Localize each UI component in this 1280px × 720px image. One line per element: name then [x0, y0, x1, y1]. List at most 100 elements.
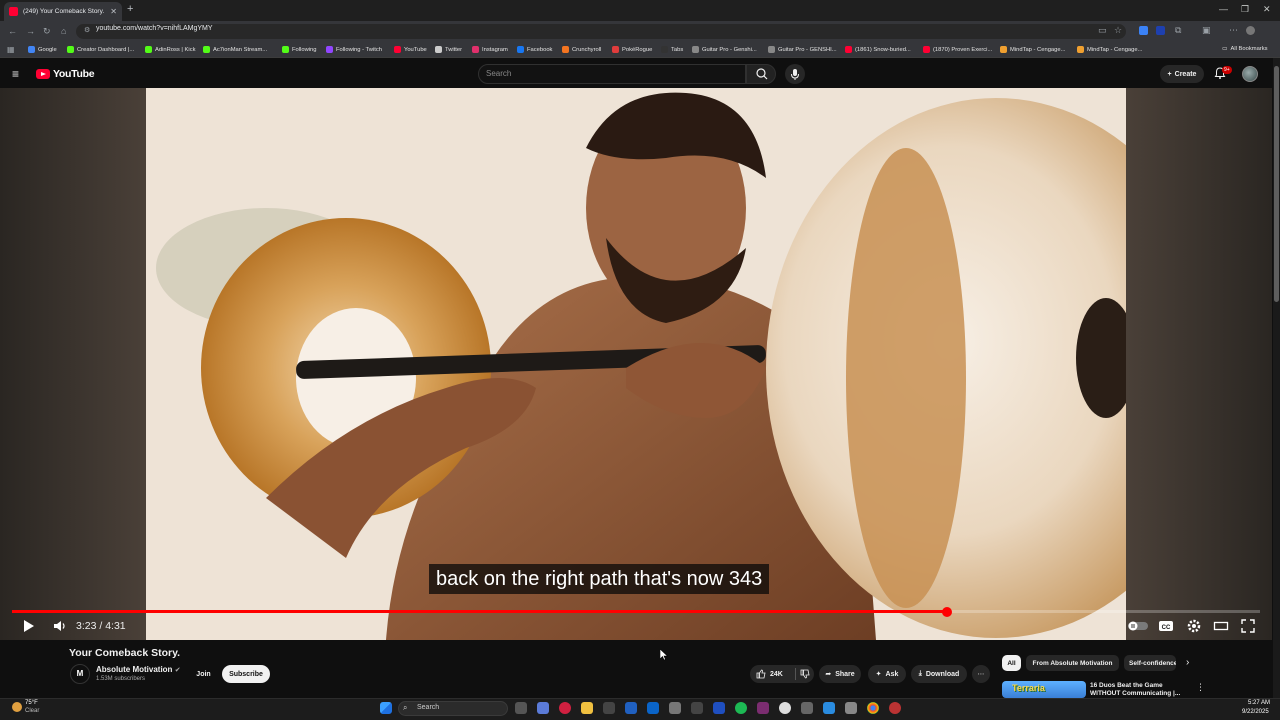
outlook-icon[interactable] [647, 702, 659, 714]
bookmark-item[interactable]: (1861) Snow-buried... [845, 46, 911, 53]
chevron-right-icon[interactable]: › [1186, 657, 1189, 668]
reload-icon[interactable]: ↻ [43, 26, 51, 37]
copilot-icon[interactable] [537, 702, 549, 714]
progress-scrubber[interactable] [941, 606, 952, 617]
home-icon[interactable]: ⌂ [61, 26, 66, 36]
bookmark-star-icon[interactable]: ☆ [1114, 25, 1122, 36]
profile-icon[interactable] [1246, 26, 1255, 35]
minimize-icon[interactable]: — [1219, 4, 1228, 14]
chip-all[interactable]: All [1002, 655, 1021, 671]
join-button[interactable]: Join [192, 665, 215, 683]
app-icon[interactable] [669, 702, 681, 714]
recommendation-title[interactable]: 16 Duos Beat the Game WITHOUT Communicat… [1090, 682, 1186, 698]
bookmark-item[interactable]: Following - Twitch [326, 46, 382, 53]
bookmark-item[interactable]: (1870) Proven Exerci... [923, 46, 992, 53]
windows-start-icon[interactable] [380, 702, 392, 714]
app-icon[interactable] [603, 702, 615, 714]
url-text[interactable]: youtube.com/watch?v=nihfLAMgYMY [96, 25, 213, 32]
share-button[interactable]: ➦ Share [819, 665, 861, 683]
spotify-icon[interactable] [735, 702, 747, 714]
autoplay-toggle[interactable] [1128, 621, 1148, 631]
install-app-icon[interactable]: ▭ [1098, 25, 1107, 36]
settings-button[interactable] [1186, 618, 1202, 634]
back-icon[interactable]: ← [8, 26, 17, 36]
bookmark-item[interactable]: Ac7ionMan Stream... [203, 46, 267, 53]
recommendation-thumbnail[interactable]: Terraria [1002, 681, 1086, 698]
menu-icon[interactable]: ⋯ [1229, 25, 1238, 36]
address-bar[interactable] [76, 24, 1126, 39]
theater-mode-button[interactable] [1213, 618, 1229, 634]
chrome-icon[interactable] [867, 702, 879, 714]
side-panel-icon[interactable]: ▣ [1202, 25, 1211, 36]
app-icon[interactable] [779, 702, 791, 714]
task-view-icon[interactable] [515, 702, 527, 714]
store-icon[interactable] [625, 702, 637, 714]
weather-temperature[interactable]: 75°F [25, 700, 38, 706]
clock-time[interactable]: 5:27 AM [1248, 700, 1270, 706]
extension-icon[interactable] [1156, 26, 1165, 35]
recommendation-menu-icon[interactable]: ⋮ [1196, 682, 1205, 693]
subscribe-button[interactable]: Subscribe [222, 665, 270, 683]
weather-icon[interactable] [12, 702, 22, 712]
channel-avatar[interactable]: M [70, 664, 90, 684]
app-icon[interactable] [691, 702, 703, 714]
download-button[interactable]: ⤓ Download [911, 665, 967, 683]
voice-search-button[interactable] [785, 64, 805, 84]
browser-tab[interactable]: (249) Your Comeback Story. - YouTube ✕ [4, 2, 122, 21]
opera-icon[interactable] [559, 702, 571, 714]
search-button[interactable] [746, 64, 776, 84]
extension-icon[interactable] [1139, 26, 1148, 35]
app-icon[interactable] [757, 702, 769, 714]
more-actions-button[interactable]: ⋯ [972, 665, 990, 683]
video-player[interactable] [0, 88, 1272, 640]
create-button[interactable]: + Create [1160, 65, 1204, 83]
chip-from-channel[interactable]: From Absolute Motivation [1026, 655, 1119, 671]
scrollbar-thumb[interactable] [1274, 66, 1279, 302]
bookmark-item[interactable]: PokéRogue [612, 46, 652, 53]
ask-button[interactable]: ✦ Ask [868, 665, 906, 683]
bookmark-item[interactable]: Crunchyroll [562, 46, 601, 53]
bookmark-item[interactable]: Facebook [517, 46, 552, 53]
fullscreen-button[interactable] [1240, 618, 1256, 634]
clock-date[interactable]: 9/22/2025 [1242, 709, 1269, 715]
vscode-icon[interactable] [713, 702, 725, 714]
bookmark-item[interactable]: MindTap - Cengage... [1000, 46, 1065, 53]
bookmark-item[interactable]: Guitar Pro - GENSHI... [768, 46, 837, 53]
app-icon[interactable] [889, 702, 901, 714]
volume-button[interactable] [52, 618, 68, 634]
bookmark-item[interactable]: Creator Dashboard |... [67, 46, 134, 53]
bookmark-item[interactable]: Tabs [661, 46, 683, 53]
bookmark-item[interactable]: AdinRoss | Kick [145, 46, 196, 53]
avatar[interactable] [1242, 66, 1258, 82]
like-button[interactable]: 24K [750, 665, 814, 683]
bookmark-item[interactable]: Google [28, 46, 57, 53]
app-icon[interactable] [823, 702, 835, 714]
forward-icon[interactable]: → [26, 26, 35, 36]
site-info-icon[interactable]: ⚙ [84, 26, 90, 34]
apps-grid-icon[interactable]: ▦ [7, 45, 15, 54]
bookmark-item[interactable]: Twitter [435, 46, 462, 53]
play-button[interactable] [22, 618, 36, 634]
app-icon[interactable] [845, 702, 857, 714]
bookmark-item[interactable]: Guitar Pro - Genshi... [692, 46, 757, 53]
close-window-icon[interactable]: ✕ [1263, 4, 1271, 15]
progress-bar[interactable] [12, 606, 1260, 617]
youtube-logo[interactable]: YouTube [36, 68, 95, 80]
bookmark-item[interactable]: MindTap - Cengage... [1077, 46, 1142, 53]
close-tab-icon[interactable]: ✕ [110, 7, 117, 16]
channel-name[interactable]: Absolute Motivation ✔ [96, 665, 181, 674]
search-input[interactable] [478, 64, 746, 84]
bookmark-item[interactable]: YouTube [394, 46, 427, 53]
chip-self-confidence[interactable]: Self-confidence [1124, 655, 1176, 671]
extensions-puzzle-icon[interactable]: ⧉ [1175, 25, 1181, 36]
all-bookmarks[interactable]: ▭ All Bookmarks [1222, 46, 1268, 52]
maximize-icon[interactable]: ❐ [1241, 4, 1249, 15]
file-explorer-icon[interactable] [581, 702, 593, 714]
bookmark-item[interactable]: Instagram [472, 46, 508, 53]
bookmark-item[interactable]: Following [282, 46, 317, 53]
hamburger-menu-icon[interactable]: ≡ [12, 67, 19, 81]
new-tab-icon[interactable]: + [127, 3, 133, 15]
taskbar-search[interactable] [398, 701, 508, 716]
subtitles-button[interactable]: CC [1158, 618, 1174, 634]
app-icon[interactable] [801, 702, 813, 714]
